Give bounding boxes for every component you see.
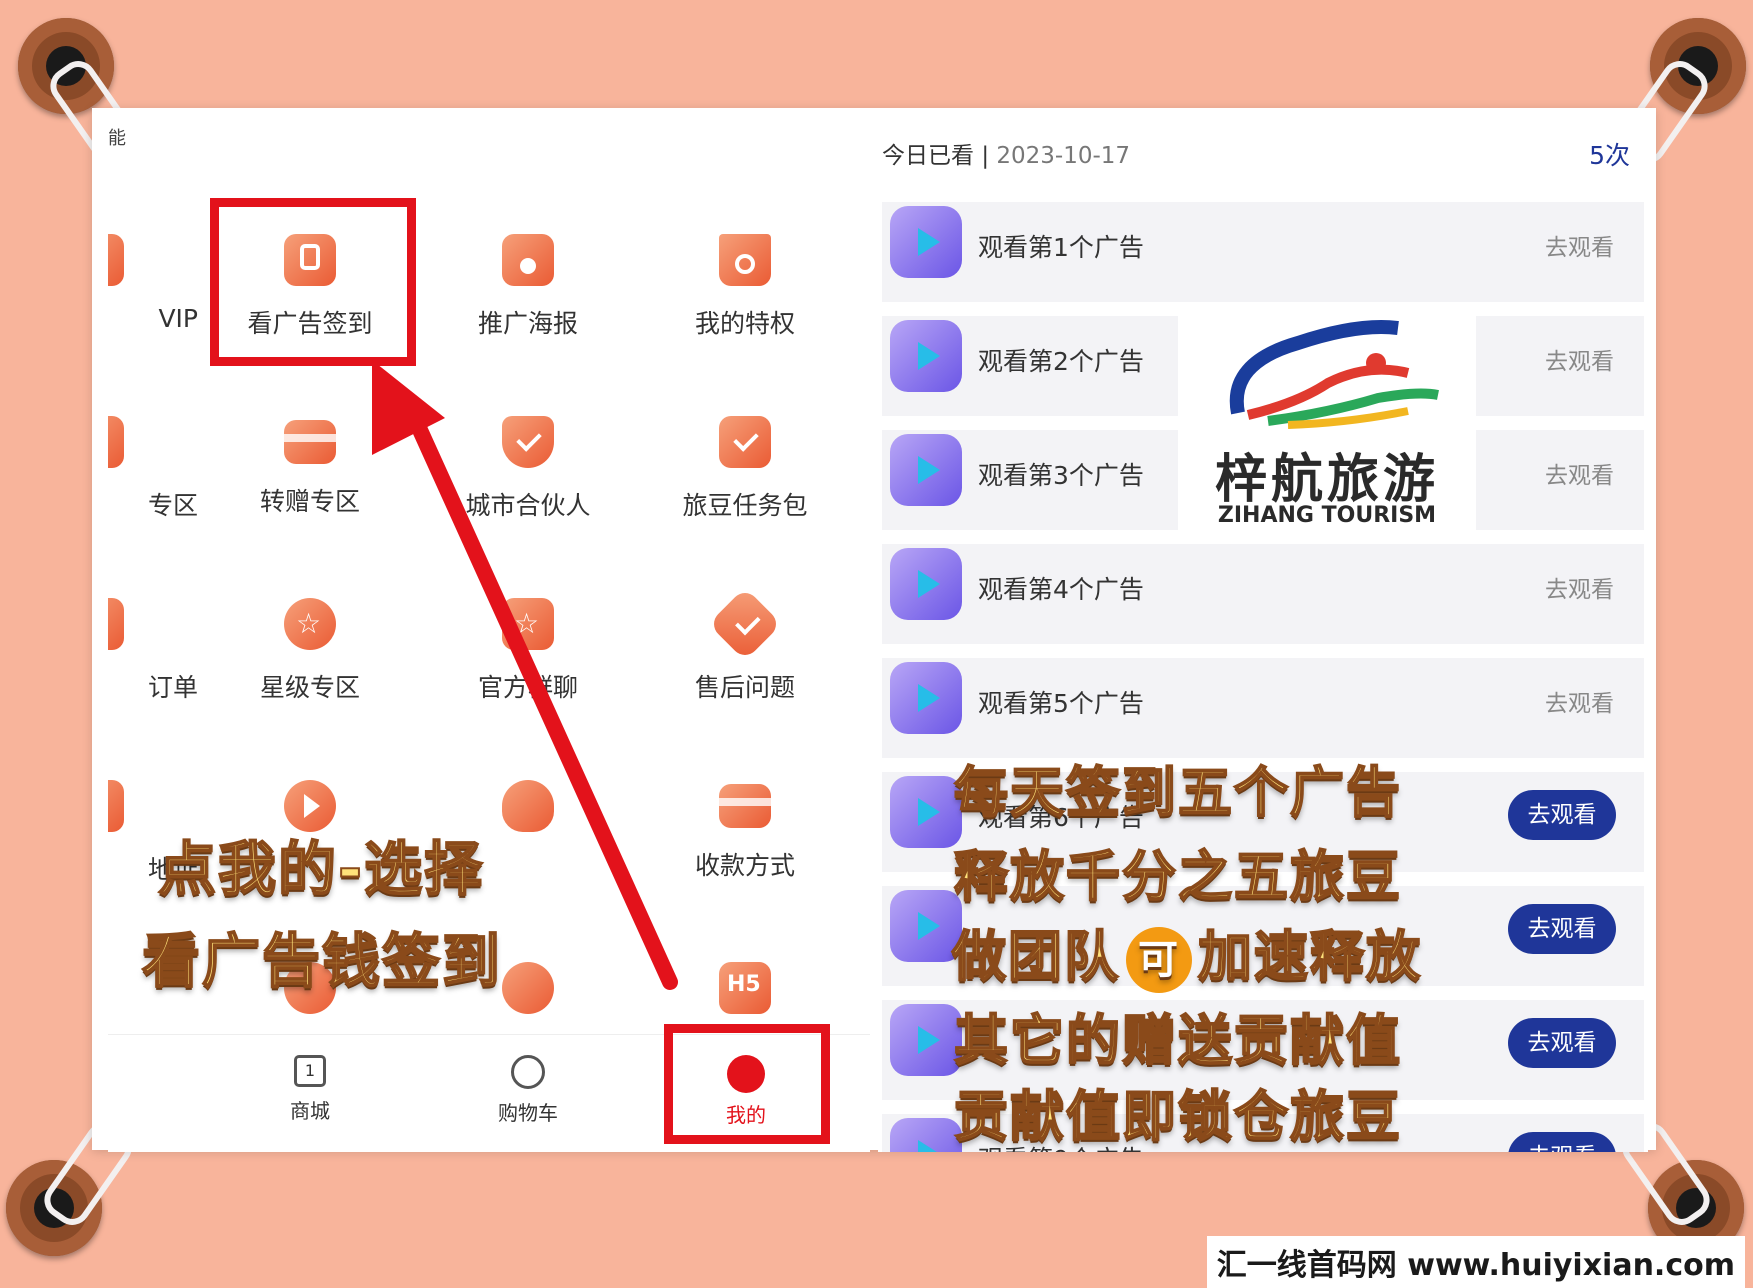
overlay-text-right-1: 每天签到五个广告	[953, 760, 1402, 825]
badge-ke: 可	[1126, 927, 1192, 994]
watch-count: 5次	[1589, 141, 1630, 170]
overlay-text-right-5: 贡献值即锁仓旅豆	[953, 1084, 1402, 1149]
overlay-text-right-4: 其它的赠送贡献值	[953, 1008, 1402, 1073]
watermark: 汇一线首码网 www.huiyixian.com	[1206, 1236, 1745, 1288]
video-icon	[890, 548, 962, 620]
watch-button[interactable]: 去观看	[1545, 342, 1614, 376]
video-icon	[890, 434, 962, 506]
watch-button[interactable]: 去观看	[1508, 790, 1616, 840]
list-item: 观看第4个广告 去观看	[882, 544, 1644, 644]
watch-button[interactable]: 去观看	[1508, 1018, 1616, 1068]
watch-button[interactable]: 去观看	[1545, 456, 1614, 490]
list-item: 观看第5个广告 去观看	[882, 658, 1644, 758]
video-icon	[890, 1118, 962, 1152]
overlay-text-right-2: 释放千分之五旅豆	[953, 844, 1402, 909]
logo-name-en: ZIHANG TOURISM	[1217, 503, 1437, 528]
video-icon	[890, 662, 962, 734]
watch-button[interactable]: 去观看	[1545, 684, 1614, 718]
zihang-tourism-logo: 梓航旅游 ZIHANG TOURISM	[1178, 303, 1476, 533]
overlay-text-left-2: 看广告钱签到	[141, 926, 503, 996]
video-icon	[890, 206, 962, 278]
video-icon	[890, 320, 962, 392]
today-watched-header: 今日已看 | 2023-10-17	[882, 143, 1131, 169]
watch-button[interactable]: 去观看	[1545, 570, 1614, 604]
logo-name-cn: 梓航旅游	[1214, 450, 1439, 510]
logo-mark	[1229, 320, 1439, 429]
watch-button[interactable]: 去观看	[1545, 228, 1614, 262]
list-item: 观看第1个广告 去观看	[882, 202, 1644, 302]
overlay-text-right-3: 做团队可加速释放	[951, 912, 1422, 994]
video-icon	[890, 1004, 962, 1076]
video-icon	[890, 776, 962, 848]
watch-button[interactable]: 去观看	[1508, 904, 1616, 954]
watch-button[interactable]: 去观看	[1508, 1132, 1616, 1152]
overlay-text-left-1: 点我的-选择	[157, 834, 485, 904]
